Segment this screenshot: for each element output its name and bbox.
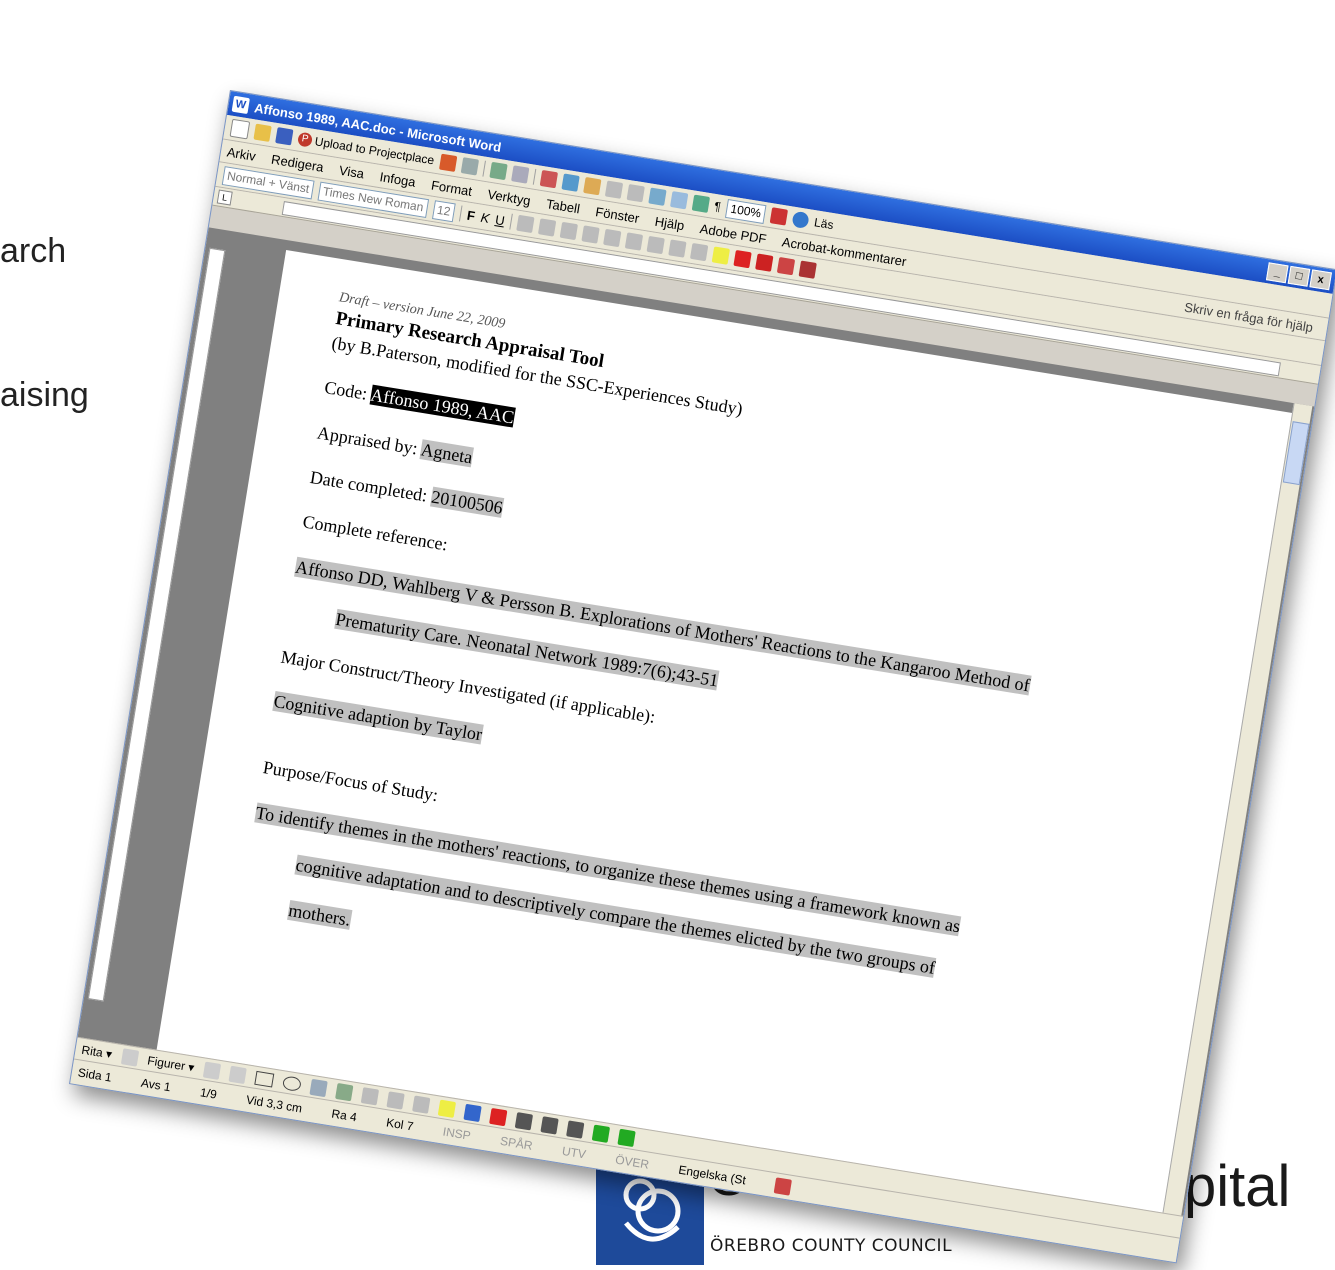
picture-icon[interactable] bbox=[412, 1095, 431, 1114]
status-position: Vid 3,3 cm bbox=[245, 1092, 304, 1116]
track-changes-icon[interactable] bbox=[776, 256, 796, 276]
status-row: Ra 4 bbox=[330, 1106, 358, 1125]
text-color-icon[interactable] bbox=[489, 1107, 508, 1127]
spelling-status-icon[interactable] bbox=[774, 1177, 793, 1196]
status-pages: 1/9 bbox=[199, 1085, 218, 1102]
arrow-icon[interactable] bbox=[228, 1065, 247, 1085]
mail-icon[interactable] bbox=[769, 207, 788, 226]
table-icon[interactable] bbox=[648, 187, 667, 206]
font-color-icon[interactable] bbox=[733, 249, 752, 269]
textbox-icon[interactable] bbox=[309, 1078, 328, 1098]
rectangle-icon[interactable] bbox=[254, 1070, 275, 1088]
menu-verktyg[interactable]: Verktyg bbox=[487, 186, 532, 208]
undo-icon[interactable] bbox=[604, 180, 623, 199]
justify-icon[interactable] bbox=[581, 225, 600, 244]
align-left-icon[interactable] bbox=[516, 214, 535, 234]
close-button[interactable]: x bbox=[1309, 269, 1332, 291]
maximize-button[interactable]: □ bbox=[1287, 265, 1311, 287]
status-utv[interactable]: UTV bbox=[561, 1144, 587, 1162]
pilcrow-button[interactable]: ¶ bbox=[713, 199, 722, 214]
3d-icon[interactable] bbox=[617, 1128, 636, 1148]
menu-fonster[interactable]: Fönster bbox=[595, 204, 641, 226]
slide-text-fragment: aising bbox=[0, 376, 89, 414]
draw-menu-button[interactable]: Rita ▾ bbox=[81, 1043, 114, 1062]
separator bbox=[509, 213, 513, 230]
word-icon: W bbox=[231, 95, 250, 115]
diagram-icon[interactable] bbox=[360, 1087, 380, 1106]
dash-style-icon[interactable] bbox=[540, 1116, 559, 1135]
clipart-icon[interactable] bbox=[386, 1091, 405, 1110]
highlight-icon[interactable] bbox=[711, 246, 731, 265]
line-style-icon[interactable] bbox=[514, 1112, 534, 1131]
fill-color-icon[interactable] bbox=[437, 1099, 457, 1118]
columns-icon[interactable] bbox=[669, 191, 689, 210]
open-folder-icon[interactable] bbox=[253, 123, 272, 142]
status-page: Sida 1 bbox=[76, 1065, 113, 1085]
print-icon[interactable] bbox=[460, 157, 479, 176]
border-icon[interactable] bbox=[689, 242, 709, 262]
status-section: Avs 1 bbox=[140, 1075, 172, 1095]
bullets-icon[interactable] bbox=[646, 235, 665, 255]
menu-hjalp[interactable]: Hjälp bbox=[654, 213, 686, 233]
menu-arkiv[interactable]: Arkiv bbox=[226, 144, 257, 163]
wordart-icon[interactable] bbox=[335, 1082, 354, 1102]
zoom-select[interactable]: 100% bbox=[725, 198, 767, 224]
separator bbox=[458, 205, 463, 222]
language-en-icon[interactable] bbox=[755, 253, 774, 272]
redo-icon[interactable] bbox=[626, 183, 645, 203]
menu-visa[interactable]: Visa bbox=[338, 162, 365, 181]
arrow-style-icon[interactable] bbox=[566, 1120, 585, 1139]
word-window: W Affonso 1989, AAC.doc - Microsoft Word… bbox=[68, 90, 1335, 1264]
numbering-icon[interactable] bbox=[624, 232, 644, 251]
separator bbox=[482, 160, 486, 177]
status-insp[interactable]: INSP bbox=[442, 1125, 472, 1143]
copy-icon[interactable] bbox=[561, 173, 580, 192]
document-page[interactable]: Draft – version June 22, 2009 Primary Re… bbox=[156, 250, 1294, 1214]
code-label: Code: bbox=[323, 377, 369, 404]
slide-text-fragment: arch bbox=[0, 232, 67, 270]
read-button[interactable]: Läs bbox=[813, 215, 834, 232]
separator bbox=[532, 168, 537, 185]
projectplace-icon: P bbox=[297, 131, 314, 148]
oval-icon[interactable] bbox=[281, 1075, 303, 1093]
status-spar[interactable]: SPÅR bbox=[499, 1134, 534, 1153]
spelling-icon[interactable] bbox=[510, 165, 530, 184]
new-document-icon[interactable] bbox=[229, 118, 251, 140]
indent-icon[interactable] bbox=[668, 239, 687, 258]
paste-icon[interactable] bbox=[582, 176, 602, 196]
cut-icon[interactable] bbox=[539, 169, 558, 189]
font-size-select[interactable]: 12 bbox=[431, 199, 456, 222]
line-color-icon[interactable] bbox=[463, 1103, 482, 1123]
logo-name-right: pital bbox=[1184, 1154, 1291, 1219]
help-icon[interactable] bbox=[791, 210, 810, 230]
line-spacing-icon[interactable] bbox=[603, 228, 622, 248]
tab-selector[interactable]: L bbox=[216, 189, 233, 206]
menu-format[interactable]: Format bbox=[430, 177, 473, 198]
align-center-icon[interactable] bbox=[537, 218, 557, 237]
select-objects-icon[interactable] bbox=[120, 1048, 139, 1067]
status-language[interactable]: Engelska (St bbox=[677, 1163, 746, 1188]
logo-subtitle: ÖREBRO COUNTY COUNCIL bbox=[710, 1236, 953, 1256]
research-icon[interactable] bbox=[798, 260, 817, 279]
menu-tabell[interactable]: Tabell bbox=[545, 196, 581, 216]
line-icon[interactable] bbox=[202, 1061, 222, 1080]
print-preview-icon[interactable] bbox=[489, 161, 508, 181]
menu-infoga[interactable]: Infoga bbox=[379, 169, 417, 190]
status-over[interactable]: ÖVER bbox=[614, 1152, 650, 1171]
minimize-button[interactable]: _ bbox=[1265, 262, 1289, 284]
status-col: Kol 7 bbox=[385, 1115, 415, 1134]
shadow-icon[interactable] bbox=[591, 1124, 611, 1143]
pdf-icon[interactable] bbox=[438, 153, 458, 172]
italic-button[interactable]: K bbox=[480, 209, 491, 225]
underline-button[interactable]: U bbox=[494, 212, 506, 228]
bold-button[interactable]: F bbox=[466, 207, 476, 223]
align-right-icon[interactable] bbox=[559, 221, 578, 241]
drawing-icon[interactable] bbox=[691, 194, 710, 213]
save-icon[interactable] bbox=[275, 127, 294, 146]
